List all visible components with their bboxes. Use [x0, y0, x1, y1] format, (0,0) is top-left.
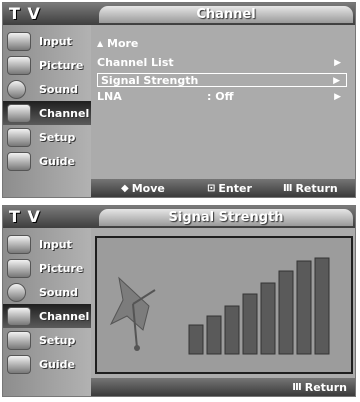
signal-bar	[224, 305, 240, 355]
chevron-right-icon: ▶	[334, 92, 341, 102]
channel-icon	[7, 306, 31, 326]
menu-item-value: : Off	[207, 90, 234, 103]
channel-menu-screen: T V Channel Input Picture Sound Channel …	[2, 2, 356, 198]
sidebar-item-input[interactable]: Input	[3, 232, 91, 256]
sidebar-item-label: Setup	[39, 333, 76, 347]
more-indicator[interactable]: ▲ More	[97, 37, 347, 51]
sound-icon	[7, 282, 26, 302]
setup-icon	[7, 330, 31, 350]
sidebar-item-label: Sound	[39, 82, 79, 96]
input-icon	[7, 31, 31, 51]
header-bar: T V Signal Strength	[3, 206, 355, 228]
footer-bar: Ⅲ Return	[91, 378, 355, 396]
sidebar: Input Picture Sound Channel Setup Guide	[3, 228, 91, 396]
channel-icon	[7, 103, 31, 123]
sidebar-item-channel[interactable]: Channel	[3, 304, 91, 328]
sidebar-item-label: Input	[39, 237, 72, 251]
satellite-dish-icon	[109, 276, 156, 351]
signal-bars	[188, 257, 330, 355]
setup-icon	[7, 127, 31, 147]
menu-item-signal-strength[interactable]: Signal Strength ▶	[97, 73, 347, 87]
sidebar-item-picture[interactable]: Picture	[3, 256, 91, 280]
signal-bar	[296, 260, 312, 355]
menu-item-label: Channel List	[97, 56, 174, 69]
sidebar-item-label: Picture	[39, 58, 84, 72]
picture-icon	[7, 55, 31, 75]
sidebar-item-label: Guide	[39, 154, 75, 168]
sidebar-item-picture[interactable]: Picture	[3, 53, 91, 77]
signal-panel	[95, 236, 353, 374]
signal-graphic	[109, 257, 330, 355]
enter-icon: ⊡	[207, 182, 216, 194]
up-arrow-icon: ▲	[97, 39, 104, 48]
more-label: More	[107, 37, 139, 50]
return-hint: Ⅲ Return	[283, 182, 338, 195]
updown-icon: ◆	[121, 182, 129, 194]
enter-label: Enter	[218, 181, 252, 195]
sidebar-item-sound[interactable]: Sound	[3, 77, 91, 101]
guide-icon	[7, 151, 31, 171]
menu-title: Channel	[99, 6, 353, 23]
return-label: Return	[295, 181, 338, 195]
move-hint: ◆ Move	[121, 182, 165, 195]
sidebar-item-label: Input	[39, 34, 72, 48]
sidebar-item-channel[interactable]: Channel	[3, 101, 91, 125]
sidebar: Input Picture Sound Channel Setup Guide	[3, 25, 91, 197]
menu-item-lna[interactable]: LNA : Off ▶	[97, 90, 347, 104]
menu-item-channel-list[interactable]: Channel List ▶	[97, 56, 347, 70]
move-label: Move	[131, 181, 165, 195]
sidebar-item-input[interactable]: Input	[3, 29, 91, 53]
sidebar-item-setup[interactable]: Setup	[3, 125, 91, 149]
chevron-right-icon: ▶	[334, 58, 341, 68]
input-icon	[7, 234, 31, 254]
tv-title: T V	[9, 4, 41, 23]
return-icon: Ⅲ	[283, 182, 293, 194]
chevron-right-icon: ▶	[333, 76, 340, 86]
header-bar: T V Channel	[3, 3, 355, 25]
menu-item-label: LNA	[97, 90, 122, 103]
signal-bar	[242, 293, 258, 355]
signal-bar	[206, 315, 222, 355]
sidebar-item-guide[interactable]: Guide	[3, 352, 91, 376]
footer-bar: ◆ Move ⊡ Enter Ⅲ Return	[91, 179, 355, 197]
sidebar-item-label: Channel	[39, 309, 90, 323]
signal-bar	[260, 282, 276, 355]
sidebar-item-label: Channel	[39, 106, 90, 120]
enter-hint: ⊡ Enter	[207, 182, 252, 195]
return-label: Return	[304, 380, 347, 394]
sidebar-item-label: Setup	[39, 130, 76, 144]
menu-item-label: Signal Strength	[101, 74, 199, 87]
sidebar-item-sound[interactable]: Sound	[3, 280, 91, 304]
sidebar-item-label: Guide	[39, 357, 75, 371]
signal-bar	[188, 324, 204, 355]
signal-bar	[278, 270, 294, 355]
tv-title: T V	[9, 207, 41, 226]
guide-icon	[7, 354, 31, 374]
signal-content	[91, 228, 355, 380]
return-icon: Ⅲ	[292, 381, 302, 393]
menu-content: ▲ More Channel List ▶ Signal Strength ▶ …	[91, 25, 355, 181]
sidebar-item-guide[interactable]: Guide	[3, 149, 91, 173]
signal-bar	[314, 257, 330, 355]
menu-title: Signal Strength	[99, 209, 353, 226]
picture-icon	[7, 258, 31, 278]
sidebar-item-label: Picture	[39, 261, 84, 275]
sidebar-item-setup[interactable]: Setup	[3, 328, 91, 352]
sidebar-item-label: Sound	[39, 285, 79, 299]
signal-strength-screen: T V Signal Strength Input Picture Sound …	[2, 205, 356, 397]
sound-icon	[7, 79, 26, 99]
return-hint: Ⅲ Return	[292, 381, 347, 394]
